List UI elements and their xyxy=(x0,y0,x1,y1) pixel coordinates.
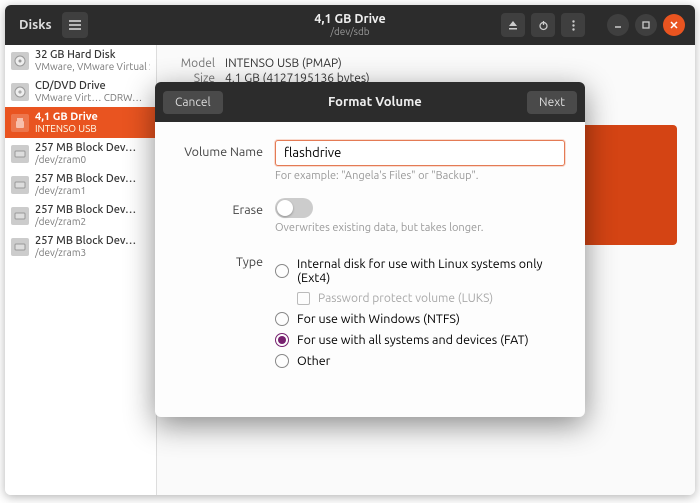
block-device-icon xyxy=(11,176,29,194)
maximize-icon xyxy=(641,20,651,30)
maximize-button[interactable] xyxy=(635,14,657,36)
radio-icon xyxy=(275,264,289,278)
model-label: Model xyxy=(175,57,215,70)
radio-icon xyxy=(275,333,289,347)
device-sidebar: 32 GB Hard DiskVMware, VMware Virtual S … xyxy=(5,45,157,495)
app-title: Disks xyxy=(19,18,52,32)
titlebar-drive-title: 4,1 GB Drive xyxy=(314,13,385,27)
volume-name-label: Volume Name xyxy=(175,140,275,159)
eject-button[interactable] xyxy=(501,13,525,37)
sidebar-item-hard-disk[interactable]: 32 GB Hard DiskVMware, VMware Virtual S xyxy=(5,45,156,76)
cancel-button[interactable]: Cancel xyxy=(163,91,223,114)
kebab-icon xyxy=(572,20,575,31)
dialog-title: Format Volume xyxy=(328,95,422,109)
type-option-fat-label: For use with all systems and devices (FA… xyxy=(297,333,529,347)
format-volume-dialog: Cancel Format Volume Next Volume Name Fo… xyxy=(155,82,585,417)
sidebar-item-block-2[interactable]: 257 MB Block Dev…/dev/zram2 xyxy=(5,200,156,231)
erase-label: Erase xyxy=(175,198,275,217)
dialog-header: Cancel Format Volume Next xyxy=(155,82,585,122)
sidebar-item-dvd[interactable]: CD/DVD DriveVMware Virt… CDRW… xyxy=(5,76,156,107)
minimize-button[interactable] xyxy=(607,14,629,36)
type-option-other-label: Other xyxy=(297,354,330,368)
erase-toggle[interactable] xyxy=(275,198,313,218)
type-option-ext4-label: Internal disk for use with Linux systems… xyxy=(297,257,565,285)
hamburger-button[interactable] xyxy=(62,12,88,38)
next-button[interactable]: Next xyxy=(527,91,577,114)
titlebar: Disks 4,1 GB Drive /dev/sdb xyxy=(5,5,695,45)
close-icon xyxy=(669,20,679,30)
power-icon xyxy=(538,20,549,31)
dialog-body: Volume Name For example: "Angela's Files… xyxy=(155,122,585,417)
block-device-icon xyxy=(11,207,29,225)
radio-icon xyxy=(275,312,289,326)
type-option-ext4[interactable]: Internal disk for use with Linux systems… xyxy=(275,257,565,285)
titlebar-drive-path: /dev/sdb xyxy=(314,26,385,37)
volume-name-hint: For example: "Angela's Files" or "Backup… xyxy=(275,170,565,182)
close-button[interactable] xyxy=(663,14,685,36)
model-value: INTENSO USB (PMAP) xyxy=(225,57,342,70)
luks-checkbox-row: Password protect volume (LUKS) xyxy=(297,292,565,305)
hard-disk-icon xyxy=(11,52,29,70)
eject-icon xyxy=(508,20,518,30)
power-button[interactable] xyxy=(531,13,555,37)
luks-label: Password protect volume (LUKS) xyxy=(318,292,493,305)
sidebar-item-block-0[interactable]: 257 MB Block Dev…/dev/zram0 xyxy=(5,138,156,169)
minimize-icon xyxy=(613,20,623,30)
sidebar-item-usb-drive[interactable]: 4,1 GB DriveINTENSO USB xyxy=(5,107,156,138)
hamburger-icon xyxy=(69,20,81,30)
titlebar-drive-info: 4,1 GB Drive /dev/sdb xyxy=(314,13,385,38)
radio-icon xyxy=(275,354,289,368)
type-option-ntfs[interactable]: For use with Windows (NTFS) xyxy=(275,312,565,326)
usb-drive-icon xyxy=(11,114,29,132)
type-option-fat[interactable]: For use with all systems and devices (FA… xyxy=(275,333,565,347)
checkbox-icon xyxy=(297,292,310,305)
disc-icon xyxy=(11,83,29,101)
erase-hint: Overwrites existing data, but takes long… xyxy=(275,222,565,234)
sidebar-item-block-3[interactable]: 257 MB Block Dev…/dev/zram3 xyxy=(5,231,156,262)
type-option-ntfs-label: For use with Windows (NTFS) xyxy=(297,312,460,326)
type-option-other[interactable]: Other xyxy=(275,354,565,368)
type-label: Type xyxy=(175,250,275,269)
sidebar-item-block-1[interactable]: 257 MB Block Dev…/dev/zram1 xyxy=(5,169,156,200)
volume-name-input[interactable] xyxy=(275,140,565,166)
block-device-icon xyxy=(11,145,29,163)
drive-options-button[interactable] xyxy=(561,13,585,37)
block-device-icon xyxy=(11,238,29,256)
